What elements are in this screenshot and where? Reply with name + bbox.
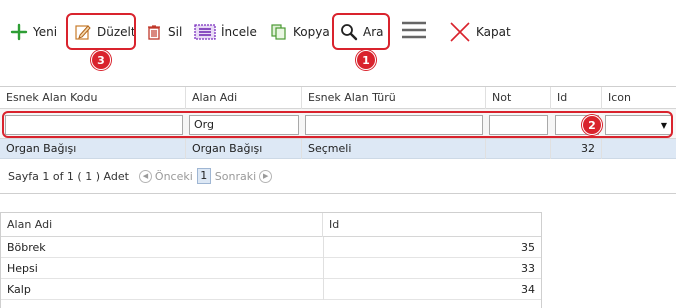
cell-not [486, 139, 551, 159]
toolbar: Yeni Düzelt Sil İncele Kopya Ara Kapat 3… [0, 0, 676, 70]
inspect-label: İncele [221, 25, 257, 39]
badge-2: 2 [582, 115, 602, 135]
close-label: Kapat [476, 25, 511, 39]
col-header-not[interactable]: Not [486, 87, 551, 109]
menu-button[interactable] [400, 18, 428, 42]
current-page[interactable]: 1 [196, 168, 211, 184]
col-header-alan-adi[interactable]: Alan Adi [186, 87, 302, 109]
new-button[interactable]: Yeni [10, 20, 57, 44]
close-button[interactable]: Kapat [449, 20, 511, 44]
prev-page-label: Önceki [154, 169, 193, 183]
badge-1: 1 [356, 50, 376, 70]
delete-label: Sil [168, 25, 183, 39]
inspect-button[interactable]: İncele [194, 20, 257, 44]
cell-kod: Organ Bağışı [0, 139, 186, 159]
sub-col-header-id[interactable]: Id [323, 213, 541, 237]
new-label: Yeni [33, 25, 58, 39]
filter-row: Org ▼ 2 [0, 109, 676, 139]
chevron-left-icon: ◀ [138, 169, 152, 183]
hamburger-menu-icon [400, 17, 428, 43]
cell-tur: Seçmeli [302, 139, 486, 159]
col-header-kod[interactable]: Esnek Alan Kodu [0, 87, 186, 109]
search-highlight [332, 13, 390, 50]
sub-grid-header: Alan Adi Id [1, 213, 541, 237]
cell-alan-adi: Kalp [7, 283, 31, 296]
cell-id: 33 [323, 258, 535, 279]
sub-items-grid: Alan Adi Id Böbrek 35 Hepsi 33 Kalp 34 [0, 212, 542, 308]
cell-alan-adi: Organ Bağışı [186, 139, 302, 159]
cell-alan-adi: Böbrek [7, 241, 46, 254]
inspect-icon [194, 23, 216, 41]
next-page-button[interactable]: Sonraki ▶ [214, 169, 273, 183]
delete-button[interactable]: Sil [145, 20, 182, 44]
copy-button[interactable]: Kopya [270, 20, 330, 44]
table-row[interactable]: Organ Bağışı Organ Bağışı Seçmeli 32 [0, 139, 676, 159]
next-page-label: Sonraki [214, 169, 257, 183]
close-x-icon [449, 21, 471, 43]
badge-3: 3 [91, 50, 111, 70]
prev-page-button[interactable]: ◀ Önceki [138, 169, 193, 183]
sub-col-header-alan-adi[interactable]: Alan Adi [1, 213, 323, 237]
table-row[interactable]: Böbrek 35 [1, 237, 541, 258]
fields-grid: Esnek Alan Kodu Alan Adi Esnek Alan Türü… [0, 86, 676, 194]
col-header-tur[interactable]: Esnek Alan Türü [302, 87, 486, 109]
pager: Sayfa 1 of 1 ( 1 ) Adet ◀ Önceki 1 Sonra… [0, 159, 676, 193]
col-header-id[interactable]: Id [551, 87, 602, 109]
chevron-right-icon: ▶ [259, 169, 273, 183]
table-row[interactable]: Kalp 34 [1, 279, 541, 300]
cell-icon [602, 139, 676, 159]
grid-header: Esnek Alan Kodu Alan Adi Esnek Alan Türü… [0, 87, 676, 109]
cell-id: 34 [323, 279, 535, 300]
copy-label: Kopya [293, 25, 330, 39]
plus-icon [10, 23, 28, 41]
table-row[interactable]: Hepsi 33 [1, 258, 541, 279]
edit-highlight [66, 13, 136, 50]
filter-highlight [2, 111, 673, 138]
cell-id: 35 [323, 237, 535, 258]
cell-alan-adi: Hepsi [7, 262, 38, 275]
col-header-icon[interactable]: Icon [602, 87, 676, 109]
copy-icon [270, 23, 288, 41]
cell-id: 32 [551, 139, 602, 159]
trash-icon [145, 23, 163, 41]
pager-summary: Sayfa 1 of 1 ( 1 ) Adet [8, 169, 129, 183]
